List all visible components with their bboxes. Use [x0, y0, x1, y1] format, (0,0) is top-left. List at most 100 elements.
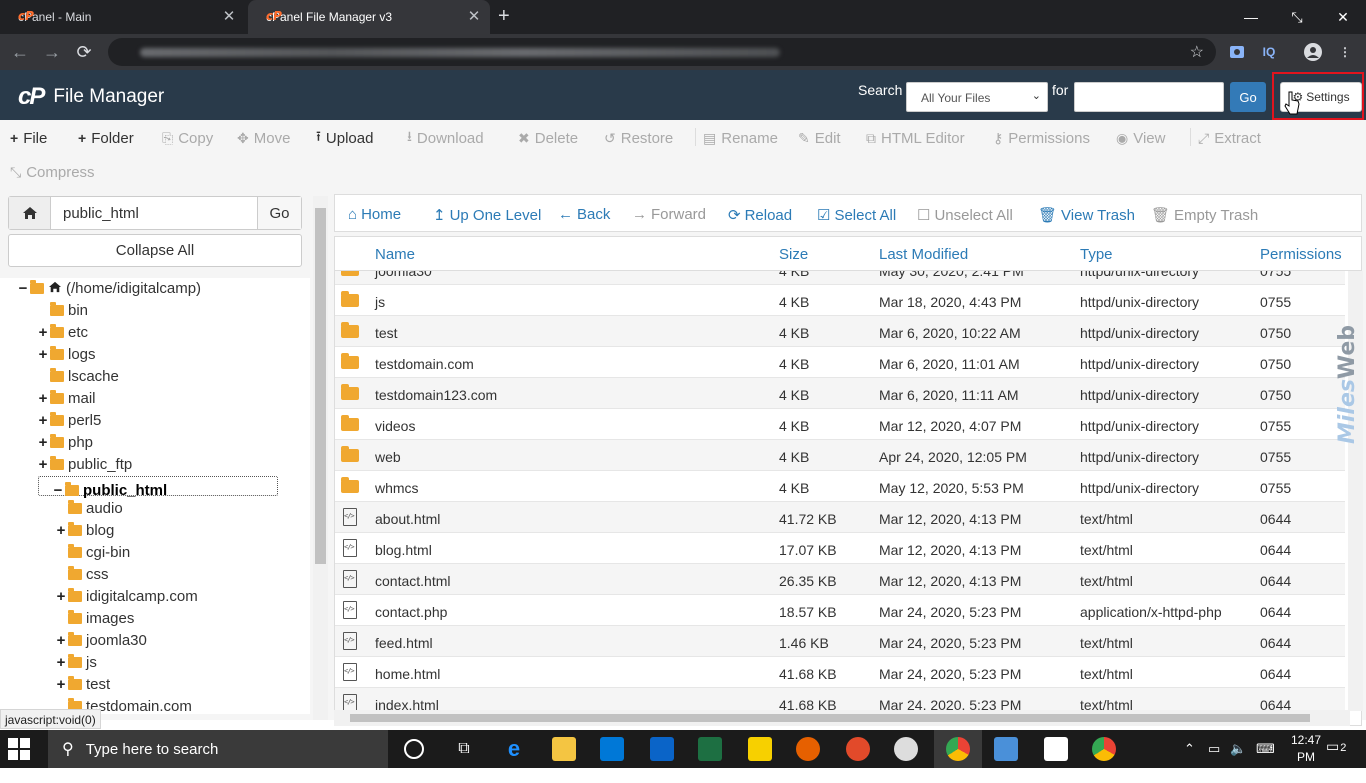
permissions-button[interactable]: ⚷ Permissions [993, 128, 1090, 148]
tree-item[interactable]: + blog [56, 520, 114, 540]
scrollbar-thumb[interactable] [315, 208, 326, 564]
tab-cpanel-main[interactable]: cP cPanel - Main ✕ [0, 0, 245, 34]
tree-item[interactable]: + public_ftp [38, 454, 132, 474]
restore-button[interactable]: ⤡ [1274, 0, 1320, 34]
taskbar-search[interactable]: ⚲ Type here to search [48, 730, 388, 768]
table-row[interactable]: videos 4 KB Mar 12, 2020, 4:07 PM httpd/uni… [335, 409, 1345, 440]
tree-item[interactable]: lscache [38, 366, 119, 386]
app-icon[interactable] [994, 737, 1018, 761]
nav-back-button[interactable]: ← Back [558, 206, 610, 223]
path-go-button[interactable]: Go [257, 197, 301, 229]
tree-item[interactable]: + test [56, 674, 110, 694]
path-input[interactable]: public_html [63, 205, 139, 222]
tree-item[interactable]: − (/home/idigitalcamp) [18, 278, 201, 298]
tree-item[interactable]: images [56, 608, 134, 628]
horizontal-scrollbar[interactable] [334, 710, 1350, 726]
browser-reload-icon[interactable]: ⟳ [72, 40, 96, 64]
tree-item[interactable]: css [56, 564, 109, 584]
tree-scrollbar[interactable] [313, 196, 328, 720]
file-explorer-icon[interactable] [552, 737, 576, 761]
nav-up-one-level-button[interactable]: ↥ Up One Level [433, 206, 541, 225]
restore-button[interactable]: ↺ Restore [604, 128, 673, 148]
chat-app-icon[interactable] [846, 737, 870, 761]
table-row[interactable]: about.html 41.72 KB Mar 12, 2020, 4:13 PM t… [335, 502, 1345, 533]
table-row[interactable]: web 4 KB Apr 24, 2020, 12:05 PM httpd/unix-… [335, 440, 1345, 471]
tree-item[interactable]: + js [56, 652, 97, 672]
browser-menu-icon[interactable]: ⋮ [1336, 43, 1354, 61]
tree-item[interactable]: + logs [38, 344, 96, 364]
expand-icon[interactable]: + [56, 632, 66, 649]
extension-icon[interactable] [1228, 43, 1246, 61]
column-size[interactable]: Size [779, 246, 808, 263]
edit-button[interactable]: ✎ Edit [798, 128, 841, 148]
firefox-icon[interactable] [796, 737, 820, 761]
sticky-notes-icon[interactable] [748, 737, 772, 761]
view-button[interactable]: ◉ View [1116, 128, 1165, 148]
tree-item[interactable]: cgi-bin [56, 542, 130, 562]
expand-icon[interactable]: + [56, 588, 66, 605]
store-icon[interactable] [600, 737, 624, 761]
delete-button[interactable]: ✖ Delete [518, 128, 578, 148]
network-icon[interactable]: ▭ [1208, 741, 1220, 757]
nav-reload-button[interactable]: ⟳ Reload [728, 206, 792, 225]
nav-unselect-all-button[interactable]: ☐ Unselect All [917, 206, 1013, 225]
expand-icon[interactable]: + [56, 522, 66, 539]
profile-avatar-icon[interactable] [1304, 43, 1322, 61]
collapse-icon[interactable]: − [18, 280, 28, 297]
tree-item[interactable]: + etc [38, 322, 88, 342]
chrome-icon[interactable] [1092, 737, 1116, 761]
nav-empty-trash-button[interactable]: 🗑 Empty Trash [1151, 206, 1258, 225]
nav-select-all-button[interactable]: ☑ Select All [817, 206, 896, 225]
column-permissions[interactable]: Permissions [1260, 246, 1342, 263]
expand-icon[interactable]: + [56, 676, 66, 693]
browser-forward-icon[interactable]: → [40, 40, 64, 64]
chrome-icon[interactable] [946, 737, 970, 761]
expand-icon[interactable]: + [38, 346, 48, 363]
table-row[interactable]: contact.html 26.35 KB Mar 12, 2020, 4:13 P… [335, 564, 1345, 595]
tree-item[interactable]: + joomla30 [56, 630, 147, 650]
expand-icon[interactable]: + [38, 324, 48, 341]
bookmark-star-icon[interactable]: ☆ [1190, 42, 1204, 62]
edge-icon[interactable]: e [502, 737, 526, 761]
new-folder-button[interactable]: + Folder [78, 128, 134, 148]
search-input[interactable] [1074, 82, 1224, 112]
expand-icon[interactable]: + [38, 434, 48, 451]
compress-button[interactable]: ⤡ Compress [10, 162, 95, 182]
windows-start-icon[interactable] [8, 738, 30, 760]
upload-button[interactable]: ⭱ Upload [316, 128, 373, 148]
task-view-icon[interactable]: ⧉ [452, 737, 476, 761]
notification-center-icon[interactable]: ▭2 [1326, 738, 1346, 755]
tree-item[interactable]: bin [38, 300, 88, 320]
table-row[interactable]: testdomain123.com 4 KB Mar 6, 2020, 11:11 … [335, 378, 1345, 409]
expand-icon[interactable]: + [38, 412, 48, 429]
minimize-button[interactable]: — [1228, 0, 1274, 34]
tree-item[interactable]: + mail [38, 388, 96, 408]
copy-button[interactable]: ⎘ Copy [162, 128, 213, 148]
nav-view-trash-button[interactable]: 🗑 View Trash [1038, 206, 1135, 225]
tree-item[interactable]: + perl5 [38, 410, 101, 430]
move-button[interactable]: ✥ Move [237, 128, 290, 148]
expand-icon[interactable]: + [38, 456, 48, 473]
download-button[interactable]: ⭳ Download [407, 128, 484, 148]
tray-chevron-icon[interactable]: ⌃ [1184, 741, 1195, 757]
tree-item[interactable]: + idigitalcamp.com [56, 586, 198, 606]
table-row[interactable]: home.html 41.68 KB Mar 24, 2020, 5:23 PM te… [335, 657, 1345, 688]
url-field[interactable]: ☆ [108, 38, 1216, 66]
table-row[interactable]: js 4 KB Mar 18, 2020, 4:43 PM httpd/unix-di… [335, 285, 1345, 316]
table-row[interactable]: whmcs 4 KB May 12, 2020, 5:53 PM httpd/unix… [335, 471, 1345, 502]
table-row[interactable]: contact.php 18.57 KB Mar 24, 2020, 5:23 PM… [335, 595, 1345, 626]
close-tab-icon[interactable]: ✕ [466, 9, 482, 25]
expand-icon[interactable]: + [56, 654, 66, 671]
extract-button[interactable]: ⤢ Extract [1190, 128, 1261, 148]
close-window-button[interactable]: ✕ [1320, 0, 1366, 34]
iq-extension-icon[interactable]: IQ [1260, 43, 1278, 61]
volume-icon[interactable]: 🔈 [1230, 741, 1246, 757]
scrollbar-thumb[interactable] [350, 714, 1310, 722]
tree-item[interactable]: audio [56, 498, 123, 518]
html-editor-button[interactable]: ⧉ HTML Editor [866, 128, 965, 148]
excel-icon[interactable] [698, 737, 722, 761]
column-name[interactable]: Name [375, 246, 415, 263]
expand-icon[interactable]: + [38, 390, 48, 407]
search-scope-select[interactable]: All Your Files ⌄ [906, 82, 1048, 112]
table-row[interactable]: blog.html 17.07 KB Mar 12, 2020, 4:13 PM te… [335, 533, 1345, 564]
